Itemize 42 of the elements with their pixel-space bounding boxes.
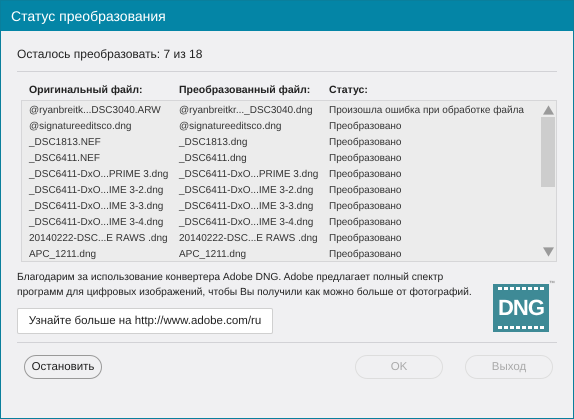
table-cell-text: _DSC6411-DxO...PRIME 3.dng: [179, 168, 320, 182]
table-cell-text: _DSC6411-DxO...IME 3-4.dng: [179, 216, 314, 230]
dng-logo: DNG: [493, 284, 549, 332]
table-cell-text: _DSC6411.dng: [179, 152, 248, 166]
window-title: Статус преобразования: [11, 8, 166, 24]
column-header: Оригинальный файл:: [29, 84, 144, 96]
table-cell-text: _DSC6411-DxO...IME 3-4.dng: [29, 216, 164, 230]
learn-more-button[interactable]: Узнайте больше на http://www.adobe.com/ru: [17, 308, 273, 334]
column-header: Статус:: [329, 84, 369, 96]
table-cell-text: Преобразовано: [329, 248, 402, 262]
stop-button[interactable]: Остановить: [24, 355, 102, 379]
table-cell-text: _DSC6411-DxO...IME 3-3.dng: [179, 200, 314, 214]
table-cell-text: Преобразовано: [329, 152, 402, 166]
table-cell-text: Произошла ошибка при обработке файла: [329, 104, 525, 118]
table-cell-text: _DSC6411-DxO...IME 3-2.dng: [29, 184, 164, 198]
table-cell-text: _DSC6411-DxO...IME 3-2.dng: [179, 184, 314, 198]
table-cell-text: Преобразовано: [329, 184, 402, 198]
table-cell-text: Преобразовано: [329, 200, 402, 214]
table-cell-text: 20140222-DSC...E RAWS .dng: [179, 232, 319, 246]
table-cell-text: _DSC6411-DxO...IME 3-3.dng: [29, 200, 164, 214]
table-cell-text: APC_1211.dng: [29, 248, 98, 262]
scroll-down-icon[interactable]: [542, 247, 554, 257]
table-cell-text: Преобразовано: [329, 168, 402, 182]
table-cell-text: _DSC6411.NEF: [29, 152, 101, 166]
table-cell-text: @ryanbreitk...DSC3040.ARW: [29, 104, 162, 118]
message-text: Благодарим за использование конвертера Adobe DNG. Adobe предлагает полный спектр программ для цифровых изображений, чтобы Вы получили как можно больше от фотографий.: [17, 271, 473, 300]
table-cell-text: @signatureeditsco.dng: [179, 120, 282, 134]
table-cell-text: _DSC6411-DxO...PRIME 3.dng: [29, 168, 170, 182]
column-header: Преобразованный файл:: [179, 84, 312, 96]
table-cell-text: Преобразовано: [329, 136, 402, 150]
table-cell-text: _DSC1813.dng: [179, 136, 248, 150]
table-cell-text: APC_1211.dng: [179, 248, 248, 262]
table-cell-text: _DSC1813.NEF: [29, 136, 102, 150]
table-cell-text: Преобразовано: [329, 232, 402, 246]
table-cell-text: Преобразовано: [329, 120, 402, 134]
table-cell-text: 20140222-DSC...E RAWS .dng: [29, 232, 169, 246]
table-cell-text: Преобразовано: [329, 216, 402, 230]
table-cell-text: @ryanbreitkr..._DSC3040.dng: [179, 104, 314, 118]
scroll-thumb[interactable]: [541, 117, 555, 187]
scroll-up-icon[interactable]: [542, 105, 554, 115]
progress-text: Осталось преобразовать: 7 из 18: [17, 47, 204, 63]
table-cell-text: @signatureeditsco.dng: [29, 120, 132, 134]
